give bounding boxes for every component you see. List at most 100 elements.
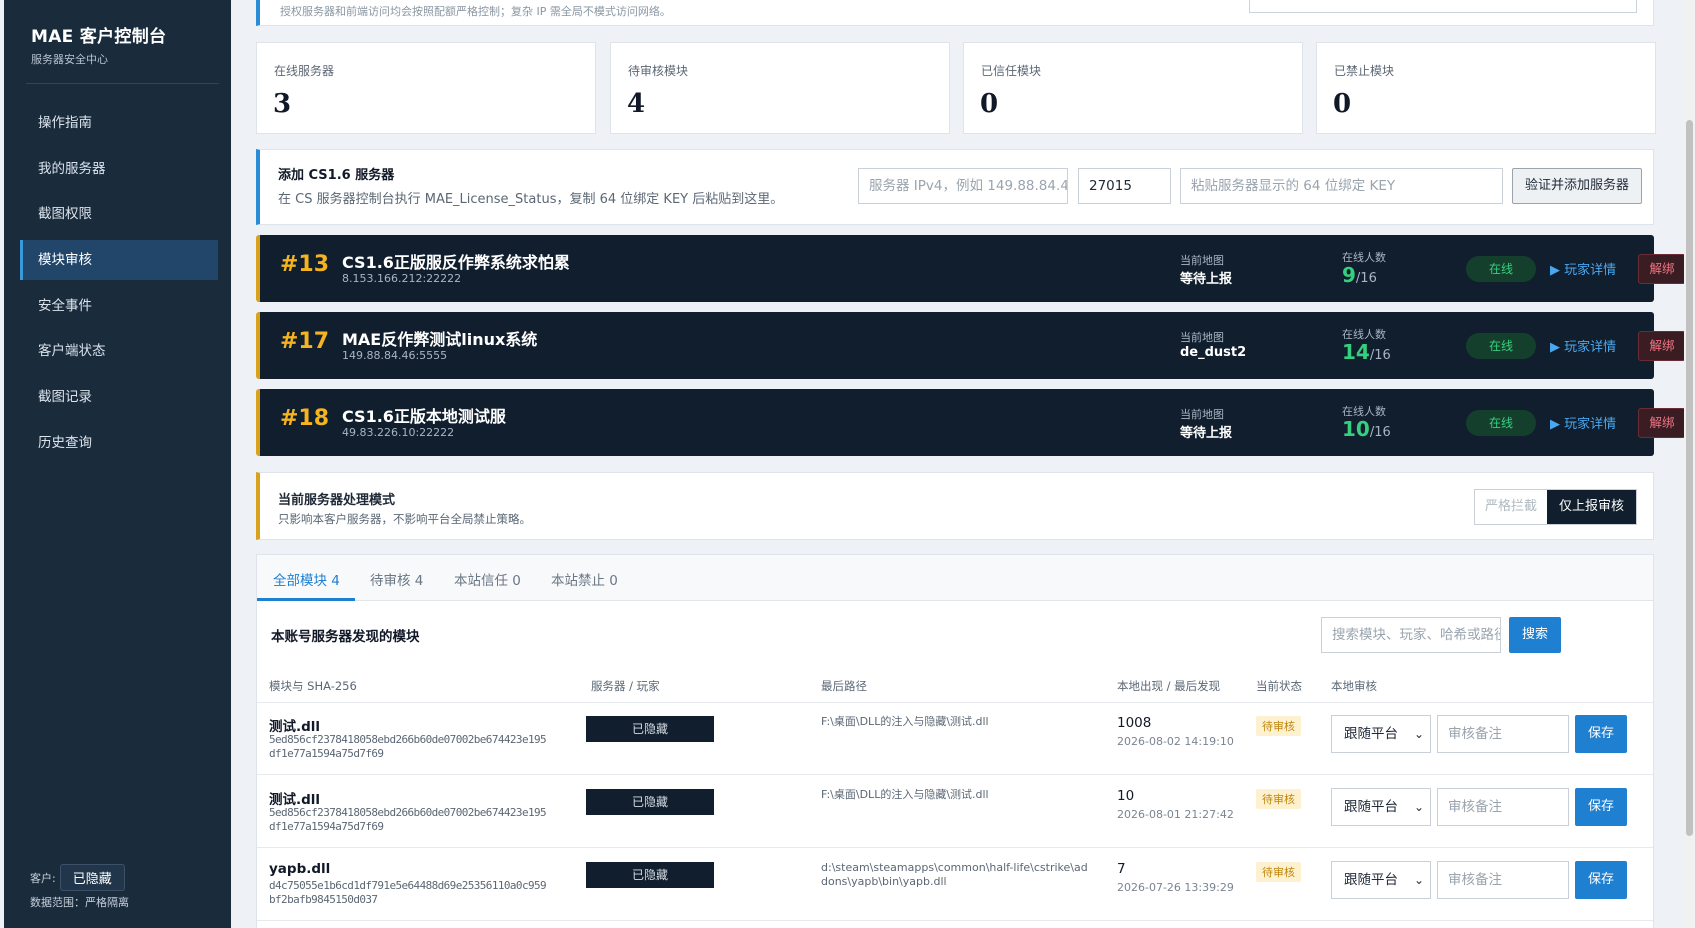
app-subtitle: 服务器安全中心 bbox=[31, 53, 108, 66]
mode-toggle: 严格拦截 仅上报审核 bbox=[1473, 489, 1637, 525]
server-name: CS1.6正版服反作弊系统求怕累 bbox=[342, 253, 570, 272]
map-label: 当前地图 bbox=[1180, 408, 1224, 421]
unbind-button[interactable]: 解绑 bbox=[1638, 408, 1686, 438]
processing-mode-card: 当前服务器处理模式 只影响本客户服务器，不影响平台全局禁止策略。 严格拦截 仅上… bbox=[256, 472, 1654, 540]
player-details-label: 玩家详情 bbox=[1564, 340, 1617, 355]
modules-title: 本账号服务器发现的模块 bbox=[271, 629, 420, 645]
last-seen: 2026-08-02 14:19:10 bbox=[1117, 735, 1234, 748]
save-button[interactable]: 保存 bbox=[1575, 788, 1627, 826]
module-name: 测试.dll bbox=[269, 719, 321, 735]
review-note-input[interactable]: 审核备注 bbox=[1437, 788, 1569, 826]
player-details-link[interactable]: ▶ 玩家详情 bbox=[1550, 336, 1616, 355]
status-badge: 在线 bbox=[1466, 410, 1536, 436]
unbind-button[interactable]: 解绑 bbox=[1638, 331, 1686, 361]
search-button[interactable]: 搜索 bbox=[1509, 617, 1561, 653]
status-badge: 待审核 bbox=[1256, 716, 1301, 736]
map-value: de_dust2 bbox=[1180, 345, 1247, 360]
server-address: 8.153.166.212:22222 bbox=[342, 272, 462, 285]
server-id: #17 bbox=[280, 329, 330, 354]
players-count: 14/16 bbox=[1342, 340, 1391, 364]
page-scrollbar[interactable] bbox=[1684, 0, 1695, 928]
last-seen: 2026-08-01 21:27:42 bbox=[1117, 808, 1234, 821]
top-notice-text: 授权服务器和前端访问均会按照配额严格控制；复杂 IP 需全局不模式访问网络。 bbox=[280, 5, 671, 18]
module-tabs: 全部模块 4 待审核 4 本站信任 0 本站禁止 0 bbox=[257, 555, 1653, 601]
review-select[interactable]: 跟随平台 ⌄ bbox=[1331, 861, 1431, 899]
sidebar-item-module-review[interactable]: 模块审核 bbox=[20, 240, 218, 281]
play-triangle-icon: ▶ bbox=[1550, 417, 1565, 432]
players-online: 9 bbox=[1342, 263, 1356, 287]
module-hash: d4c75055e1b6cd1df791e5e64488d69e25356110… bbox=[269, 879, 547, 906]
server-player-hidden: 已隐藏 bbox=[586, 789, 714, 815]
add-server-card: 添加 CS1.6 服务器 在 CS 服务器控制台执行 MAE_License_S… bbox=[256, 149, 1654, 225]
review-note-input[interactable]: 审核备注 bbox=[1437, 715, 1569, 753]
tab-banned[interactable]: 本站禁止 0 bbox=[551, 569, 618, 589]
review-select[interactable]: 跟随平台 ⌄ bbox=[1331, 788, 1431, 826]
player-details-link[interactable]: ▶ 玩家详情 bbox=[1550, 259, 1616, 278]
review-select[interactable]: 跟随平台 ⌄ bbox=[1331, 715, 1431, 753]
sidebar-item-screenshot-records[interactable]: 截图记录 bbox=[20, 377, 218, 417]
stat-value: 4 bbox=[627, 89, 646, 119]
chevron-down-icon: ⌄ bbox=[1413, 873, 1424, 887]
stat-value: 0 bbox=[1333, 89, 1352, 119]
stat-label: 已信任模块 bbox=[981, 64, 1042, 78]
chevron-down-icon: ⌄ bbox=[1413, 800, 1424, 814]
review-select-value: 跟随平台 bbox=[1344, 799, 1398, 815]
stat-label: 在线服务器 bbox=[274, 64, 335, 78]
mode-option-report-only[interactable]: 仅上报审核 bbox=[1546, 490, 1636, 524]
server-ip-input[interactable]: 服务器 IPv4，例如 149.88.84.46 bbox=[858, 168, 1068, 204]
customer-badge: 已隐藏 bbox=[59, 864, 125, 891]
sidebar-item-guide[interactable]: 操作指南 bbox=[20, 103, 218, 143]
players-max: /16 bbox=[1369, 425, 1391, 440]
modules-panel: 全部模块 4 待审核 4 本站信任 0 本站禁止 0 本账号服务器发现的模块 搜… bbox=[256, 554, 1654, 928]
stat-label: 已禁止模块 bbox=[1334, 64, 1395, 78]
players-online: 10 bbox=[1342, 417, 1370, 441]
players-count: 9/16 bbox=[1342, 263, 1377, 287]
module-hash: 5ed856cf2378418058ebd266b60de07002be6744… bbox=[269, 806, 547, 833]
top-notice-input[interactable] bbox=[1249, 0, 1637, 13]
tab-all-modules[interactable]: 全部模块 4 bbox=[273, 569, 340, 589]
review-note-input[interactable]: 审核备注 bbox=[1437, 861, 1569, 899]
server-key-input[interactable]: 粘贴服务器显示的 64 位绑定 KEY bbox=[1180, 168, 1503, 204]
module-path: F:\桌面\DLL的注入与隐藏\测试.dll bbox=[821, 788, 989, 801]
sidebar-item-security-events[interactable]: 安全事件 bbox=[20, 286, 218, 326]
customer-label: 客户: bbox=[30, 871, 56, 885]
stat-value: 0 bbox=[980, 89, 999, 119]
status-badge: 在线 bbox=[1466, 256, 1536, 282]
column-header: 本地审核 bbox=[1331, 679, 1377, 693]
stat-label: 待审核模块 bbox=[628, 64, 689, 78]
module-name: 测试.dll bbox=[269, 792, 321, 808]
stat-online-servers: 在线服务器 3 bbox=[256, 42, 596, 134]
server-player-hidden: 已隐藏 bbox=[586, 862, 714, 888]
server-card: #18 CS1.6正版本地测试服 49.83.226.10:22222 当前地图… bbox=[256, 389, 1686, 456]
unbind-button[interactable]: 解绑 bbox=[1638, 254, 1686, 284]
column-header: 服务器 / 玩家 bbox=[591, 679, 660, 693]
player-details-link[interactable]: ▶ 玩家详情 bbox=[1550, 413, 1616, 432]
players-online: 14 bbox=[1342, 340, 1370, 364]
save-button[interactable]: 保存 bbox=[1575, 715, 1627, 753]
sidebar: MAE 客户控制台 服务器安全中心 操作指南 我的服务器 截图权限 模块审核 安… bbox=[4, 0, 231, 928]
local-count: 1008 bbox=[1117, 715, 1152, 731]
column-header: 本地出现 / 最后发现 bbox=[1117, 679, 1221, 693]
table-row: 测试.dll 5ed856cf2378418058ebd266b60de0700… bbox=[257, 776, 1653, 848]
server-name: MAE反作弊测试linux系统 bbox=[342, 330, 538, 349]
stat-banned-modules: 已禁止模块 0 bbox=[1316, 42, 1656, 134]
tab-pending[interactable]: 待审核 4 bbox=[370, 569, 423, 589]
tab-trusted[interactable]: 本站信任 0 bbox=[454, 569, 521, 589]
sidebar-item-my-servers[interactable]: 我的服务器 bbox=[20, 149, 218, 189]
sidebar-item-client-status[interactable]: 客户端状态 bbox=[20, 331, 218, 371]
sidebar-item-screenshot-permission[interactable]: 截图权限 bbox=[20, 194, 218, 234]
module-search-input[interactable]: 搜索模块、玩家、哈希或路径 bbox=[1321, 617, 1501, 653]
app-title: MAE 客户控制台 bbox=[31, 27, 167, 47]
save-button[interactable]: 保存 bbox=[1575, 861, 1627, 899]
scrollbar-thumb[interactable] bbox=[1686, 120, 1693, 836]
sidebar-item-history[interactable]: 历史查询 bbox=[20, 423, 218, 463]
mode-description: 只影响本客户服务器，不影响平台全局禁止策略。 bbox=[278, 512, 531, 526]
map-label: 当前地图 bbox=[1180, 331, 1224, 344]
table-row: 测试.dll 5ed856cf2378418058ebd266b60de0700… bbox=[257, 703, 1653, 775]
server-port-input[interactable]: 27015 bbox=[1078, 168, 1171, 204]
chevron-down-icon: ⌄ bbox=[1413, 727, 1424, 741]
status-badge: 待审核 bbox=[1256, 789, 1301, 809]
mode-option-strict[interactable]: 严格拦截 bbox=[1474, 490, 1547, 524]
verify-add-server-button[interactable]: 验证并添加服务器 bbox=[1512, 168, 1642, 204]
server-address: 149.88.84.46:5555 bbox=[342, 349, 448, 362]
